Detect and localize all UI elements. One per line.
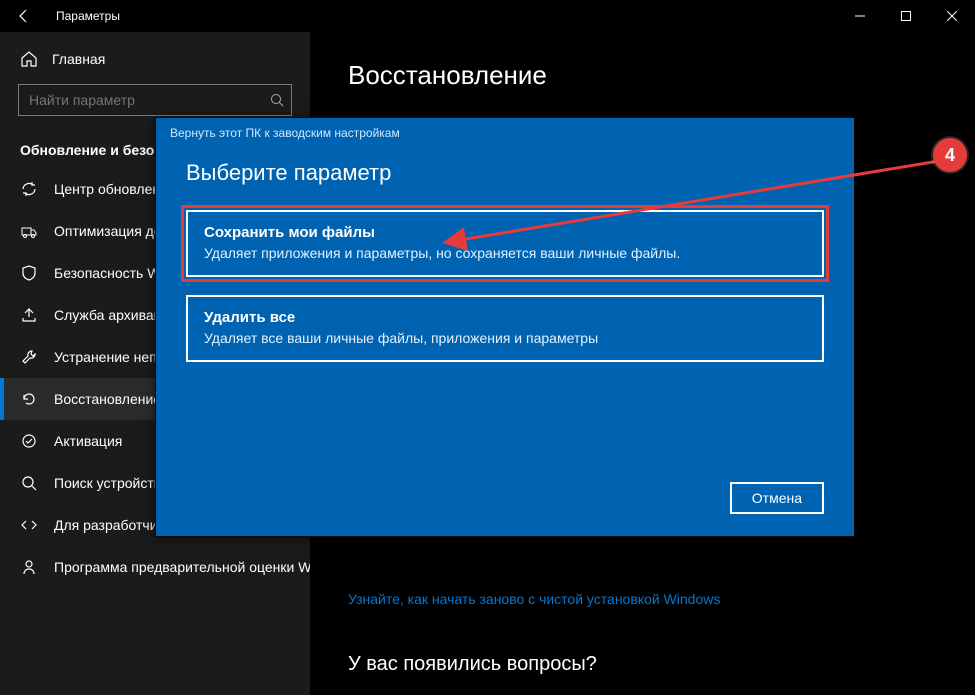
sync-icon	[20, 180, 38, 198]
option-keep-files[interactable]: Сохранить мои файлы Удаляет приложения и …	[186, 210, 824, 277]
sidebar-item-label: Восстановление	[54, 391, 161, 407]
backup-icon	[20, 306, 38, 324]
page-title: Восстановление	[348, 60, 975, 91]
fresh-start-link[interactable]: Узнайте, как начать заново с чистой уста…	[348, 591, 975, 607]
minimize-button[interactable]	[837, 0, 883, 32]
dialog-heading: Выберите параметр	[156, 140, 854, 210]
sidebar-item-label: Поиск устройства	[54, 475, 169, 491]
close-button[interactable]	[929, 0, 975, 32]
search-input[interactable]	[18, 84, 292, 116]
maximize-button[interactable]	[883, 0, 929, 32]
dialog-footer: Отмена	[730, 482, 824, 514]
find-icon	[20, 474, 38, 492]
window-controls	[837, 0, 975, 32]
sidebar-item-label: Активация	[54, 433, 122, 449]
option-desc: Удаляет приложения и параметры, но сохра…	[204, 245, 806, 261]
dialog-title: Вернуть этот ПК к заводским настройкам	[156, 118, 854, 140]
cancel-button[interactable]: Отмена	[730, 482, 824, 514]
wrench-icon	[20, 348, 38, 366]
shield-icon	[20, 264, 38, 282]
settings-window: Параметры Главная	[0, 0, 975, 695]
sidebar-item-label: Программа предварительной оценки Windows	[54, 559, 310, 575]
sidebar-home[interactable]: Главная	[0, 40, 310, 78]
window-title: Параметры	[56, 9, 120, 23]
titlebar: Параметры	[0, 0, 975, 32]
titlebar-left: Параметры	[8, 4, 120, 28]
sidebar-item-insider[interactable]: Программа предварительной оценки Windows	[0, 546, 310, 588]
activation-icon	[20, 432, 38, 450]
home-icon	[20, 50, 38, 68]
recovery-icon	[20, 390, 38, 408]
questions-heading: У вас появились вопросы?	[348, 653, 975, 676]
option-title: Сохранить мои файлы	[204, 224, 806, 241]
annotation-badge: 4	[933, 138, 967, 172]
option-desc: Удаляет все ваши личные файлы, приложени…	[204, 330, 806, 346]
option-remove-everything[interactable]: Удалить все Удаляет все ваши личные файлы…	[186, 295, 824, 362]
search-icon	[270, 93, 284, 107]
delivery-icon	[20, 222, 38, 240]
dev-icon	[20, 516, 38, 534]
sidebar-home-label: Главная	[52, 51, 105, 67]
reset-pc-dialog: Вернуть этот ПК к заводским настройкам В…	[155, 117, 855, 537]
dialog-options: Сохранить мои файлы Удаляет приложения и …	[156, 210, 854, 362]
option-title: Удалить все	[204, 309, 806, 326]
insider-icon	[20, 558, 38, 576]
back-icon[interactable]	[8, 4, 40, 28]
